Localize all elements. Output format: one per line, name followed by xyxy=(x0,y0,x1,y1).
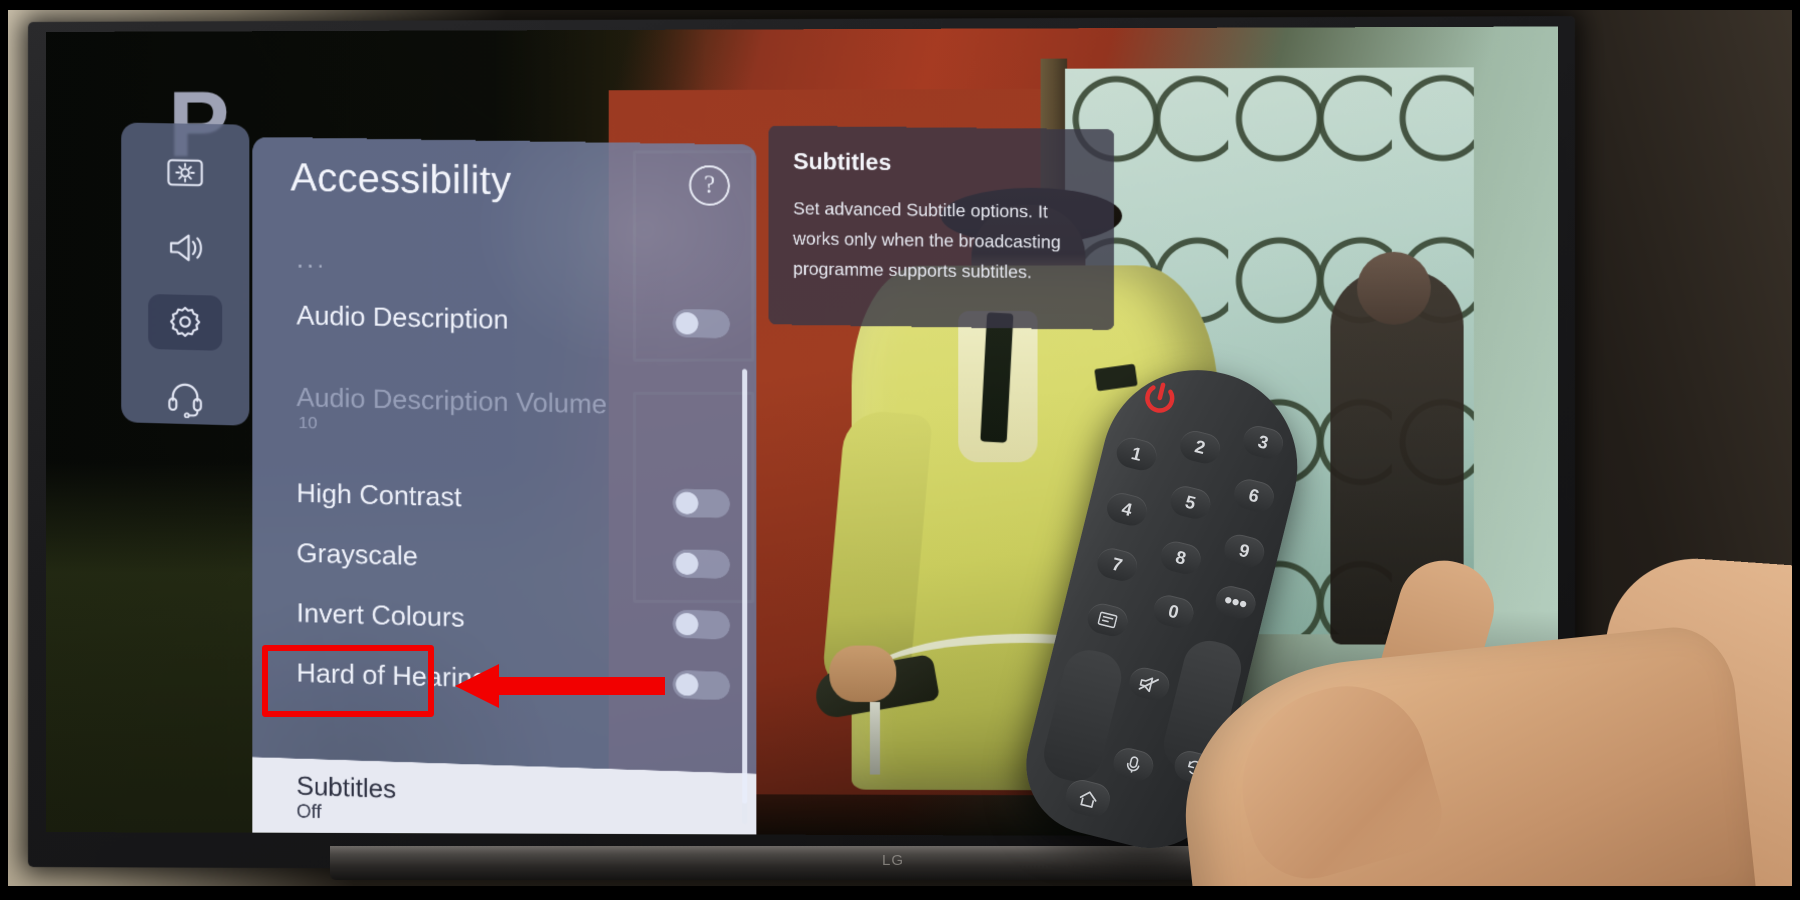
general-settings-gear-icon xyxy=(164,301,206,344)
remote-key-5[interactable]: 5 xyxy=(1167,483,1213,522)
mute-icon xyxy=(1138,673,1162,694)
annotation-highlight-box xyxy=(262,645,434,717)
brand-logo: LG xyxy=(882,852,904,869)
setting-row-subtitles[interactable]: Subtitles Off xyxy=(253,757,757,837)
invert-colours-toggle[interactable] xyxy=(673,610,730,640)
setting-label: Audio Description Volume xyxy=(296,382,607,420)
page-title: Accessibility xyxy=(290,155,511,204)
sidebar-item-picture[interactable] xyxy=(148,145,222,201)
scene-person-hand-left xyxy=(829,646,896,703)
remote-guide-button[interactable] xyxy=(1085,601,1131,640)
scroll-up-indicator: ... xyxy=(296,245,327,272)
setting-label: Audio Description xyxy=(296,300,508,335)
setting-label: Invert Colours xyxy=(296,597,464,633)
remote-mute-button[interactable] xyxy=(1126,665,1172,704)
info-description-panel: Subtitles Set advanced Subtitle options.… xyxy=(769,126,1114,330)
annotation-arrow-left-icon xyxy=(455,662,665,710)
setting-value: 10 xyxy=(298,413,317,433)
remote-key-0[interactable]: 0 xyxy=(1150,592,1196,631)
sidebar-item-general[interactable] xyxy=(148,294,222,350)
subtitles-label: Subtitles xyxy=(253,769,396,805)
grayscale-toggle[interactable] xyxy=(673,549,730,579)
power-icon xyxy=(1138,376,1182,420)
setting-row-audio-description-volume: Audio Description Volume 10 xyxy=(253,366,757,438)
support-headset-icon xyxy=(164,375,206,418)
setting-label: Grayscale xyxy=(296,537,417,571)
remote-mic-button[interactable] xyxy=(1110,745,1156,784)
accessibility-settings-panel[interactable]: Accessibility ? ... Audio Description Au… xyxy=(253,137,757,838)
remote-key-4[interactable]: 4 xyxy=(1104,490,1150,529)
setting-label: High Contrast xyxy=(296,477,461,512)
info-title: Subtitles xyxy=(793,148,1090,179)
remote-key-more[interactable]: ••• xyxy=(1213,583,1259,622)
scrollbar-thumb[interactable] xyxy=(742,369,747,804)
high-contrast-toggle[interactable] xyxy=(673,489,730,519)
remote-key-1[interactable]: 1 xyxy=(1114,435,1160,474)
hard-of-hearing-toggle[interactable] xyxy=(673,670,730,700)
info-body: Set advanced Subtitle options. It works … xyxy=(793,193,1090,288)
help-icon[interactable]: ? xyxy=(689,164,730,205)
picture-brightness-icon xyxy=(164,152,206,195)
remote-key-7[interactable]: 7 xyxy=(1094,545,1140,584)
screenshot-root: P xyxy=(0,0,1800,900)
remote-key-6[interactable]: 6 xyxy=(1231,476,1277,515)
mic-icon xyxy=(1123,753,1143,775)
sidebar-item-support[interactable] xyxy=(148,368,222,425)
panel-header: Accessibility ? xyxy=(290,155,729,208)
bicycle-seat-post xyxy=(870,702,880,775)
scene-background-person-head xyxy=(1357,252,1431,325)
setting-row-audio-description[interactable]: Audio Description xyxy=(253,284,757,355)
home-icon xyxy=(1077,788,1100,809)
sidebar-item-sound[interactable] xyxy=(148,219,222,275)
sound-speaker-icon xyxy=(164,226,206,269)
remote-key-3[interactable]: 3 xyxy=(1240,423,1286,462)
settings-sidebar-rail[interactable] xyxy=(121,122,249,425)
guide-icon xyxy=(1097,611,1118,629)
remote-key-8[interactable]: 8 xyxy=(1158,538,1204,577)
audio-description-toggle[interactable] xyxy=(673,309,730,338)
remote-home-button[interactable] xyxy=(1062,777,1113,821)
remote-power-button[interactable] xyxy=(1134,373,1185,424)
remote-key-9[interactable]: 9 xyxy=(1221,532,1267,571)
remote-key-2[interactable]: 2 xyxy=(1177,428,1223,467)
